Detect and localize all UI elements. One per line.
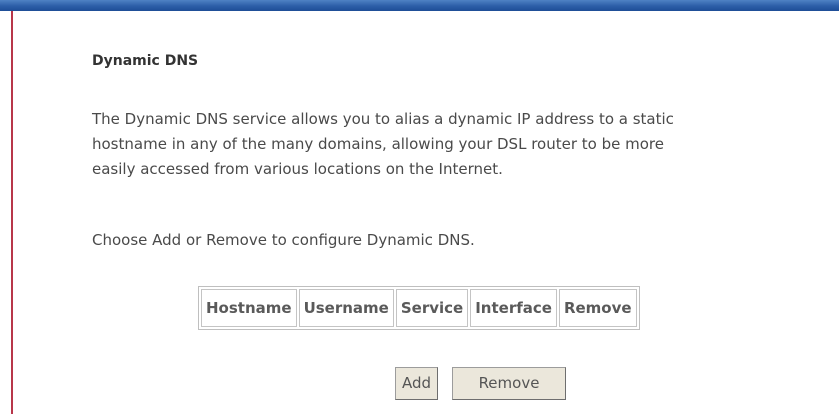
add-button[interactable]: Add — [395, 367, 438, 400]
column-header-remove: Remove — [558, 289, 637, 327]
header-bar — [0, 0, 839, 11]
column-header-username: Username — [298, 289, 394, 327]
instruction-text: Choose Add or Remove to configure Dynami… — [92, 231, 475, 249]
column-header-interface: Interface — [470, 289, 557, 327]
left-border-rule — [11, 11, 13, 414]
page-description: The Dynamic DNS service allows you to al… — [92, 107, 832, 182]
remove-button[interactable]: Remove — [452, 367, 566, 400]
page-title: Dynamic DNS — [92, 53, 199, 69]
description-line: easily accessed from various locations o… — [92, 160, 503, 178]
table-header-row: Hostname Username Service Interface Remo… — [201, 289, 637, 327]
column-header-hostname: Hostname — [201, 289, 297, 327]
description-line: The Dynamic DNS service allows you to al… — [92, 110, 674, 128]
description-line: hostname in any of the many domains, all… — [92, 135, 664, 153]
column-header-service: Service — [395, 289, 469, 327]
ddns-entries-table: Hostname Username Service Interface Remo… — [198, 286, 640, 330]
